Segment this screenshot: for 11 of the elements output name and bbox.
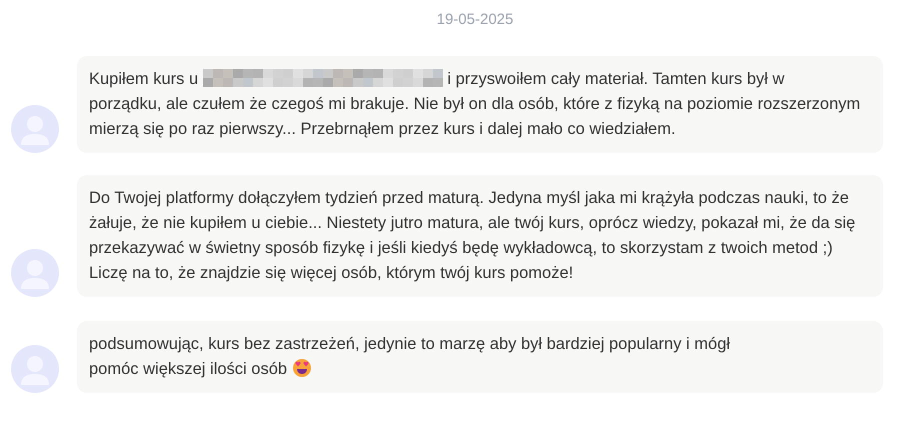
message-text: podsumowując, kurs bez zastrzeżeń, jedynie to marzę aby był bardziej popularny i mógł: [89, 334, 732, 354]
avatar-icon: [11, 248, 59, 296]
message-text: Do Twojej platformy dołączyłem tydzień przed maturą. Jedyna myśl jaka mi krążyła podczas nauki, to że żałuje, że nie kupiłem u ciebie... Niestety jutro matura, ale twój kurs, oprócz wiedzy, pokazał mi, że da się przekazywać w świetny sposób fizykę i jeśli kiedyś będę wykładowcą, to skorzystam z twoich metod ;) Liczę na to, że znajdzie się więcej osób, którym twój kurs pomoże!: [89, 188, 856, 284]
message-text: porządku, ale czułem że czegoś mi brakuje. Nie był on dla osób, które z fizyką na poziomie rozszerzonym mierzą się po raz pierwszy... Przebrnąłem przez kurs i dalej mało co wiedziałem.: [89, 94, 862, 140]
avatar-icon: [11, 104, 59, 152]
message-text: Kupiłem kurs u: [89, 70, 198, 88]
heart-eyes-emoji-icon: [292, 358, 312, 378]
message-text: pomóc większej ilości osób: [89, 360, 288, 378]
date-label: 19-05-2025: [436, 10, 514, 30]
avatar-icon: [11, 344, 59, 392]
message-text: i przyswoiłem cały materiał. Tamten kurs był w: [447, 70, 784, 88]
